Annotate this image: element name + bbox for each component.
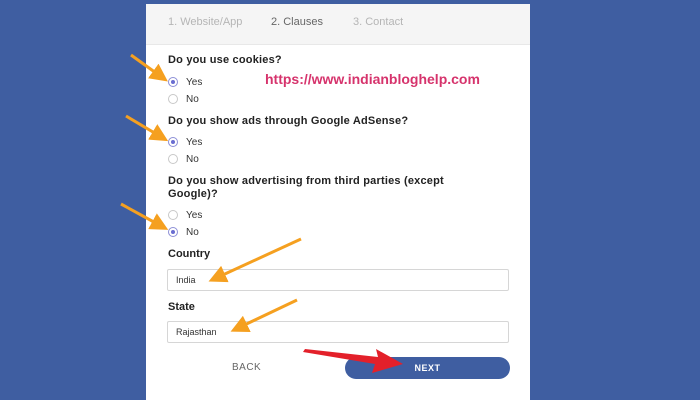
radio-empty-icon[interactable] xyxy=(168,210,178,220)
tab-contact[interactable]: 3. Contact xyxy=(353,16,403,28)
adsense-yes-option[interactable]: Yes xyxy=(168,135,202,149)
adsense-no-option[interactable]: No xyxy=(168,152,199,166)
option-label: Yes xyxy=(186,76,203,88)
radio-selected-icon[interactable] xyxy=(168,227,178,237)
cookies-no-option[interactable]: No xyxy=(168,92,199,106)
question-third-party: Do you show advertising from third parti… xyxy=(168,175,498,201)
policy-form-card: 1. Website/App 2. Clauses 3. Contact Do … xyxy=(146,4,530,400)
radio-empty-icon[interactable] xyxy=(168,154,178,164)
country-value: India xyxy=(176,275,196,285)
state-value: Rajasthan xyxy=(176,327,217,337)
cookies-yes-option[interactable]: Yes xyxy=(168,75,202,89)
tab-website-app[interactable]: 1. Website/App xyxy=(168,16,242,28)
radio-selected-icon[interactable] xyxy=(168,137,178,147)
option-label: No xyxy=(186,153,199,165)
third-party-yes-option[interactable]: Yes xyxy=(168,208,202,222)
country-input[interactable]: India xyxy=(167,269,509,291)
option-label: No xyxy=(186,93,199,105)
question-cookies: Do you use cookies? xyxy=(168,54,282,66)
state-label: State xyxy=(168,301,195,313)
question-line: Google)? xyxy=(168,188,218,200)
tab-clauses[interactable]: 2. Clauses xyxy=(271,16,323,28)
country-label: Country xyxy=(168,248,211,260)
radio-selected-icon[interactable] xyxy=(168,77,178,87)
next-button[interactable]: NEXT xyxy=(345,357,510,379)
question-adsense: Do you show ads through Google AdSense? xyxy=(168,115,409,127)
step-tabs: 1. Website/App 2. Clauses 3. Contact xyxy=(146,4,530,45)
state-input[interactable]: Rajasthan xyxy=(167,321,509,343)
option-label: Yes xyxy=(186,209,203,221)
question-line: Do you show advertising from third parti… xyxy=(168,175,444,187)
option-label: Yes xyxy=(186,136,203,148)
third-party-no-option[interactable]: No xyxy=(168,225,199,239)
option-label: No xyxy=(186,226,199,238)
back-button[interactable]: BACK xyxy=(232,362,261,373)
watermark-url: https://www.indianbloghelp.com xyxy=(265,71,480,87)
radio-empty-icon[interactable] xyxy=(168,94,178,104)
